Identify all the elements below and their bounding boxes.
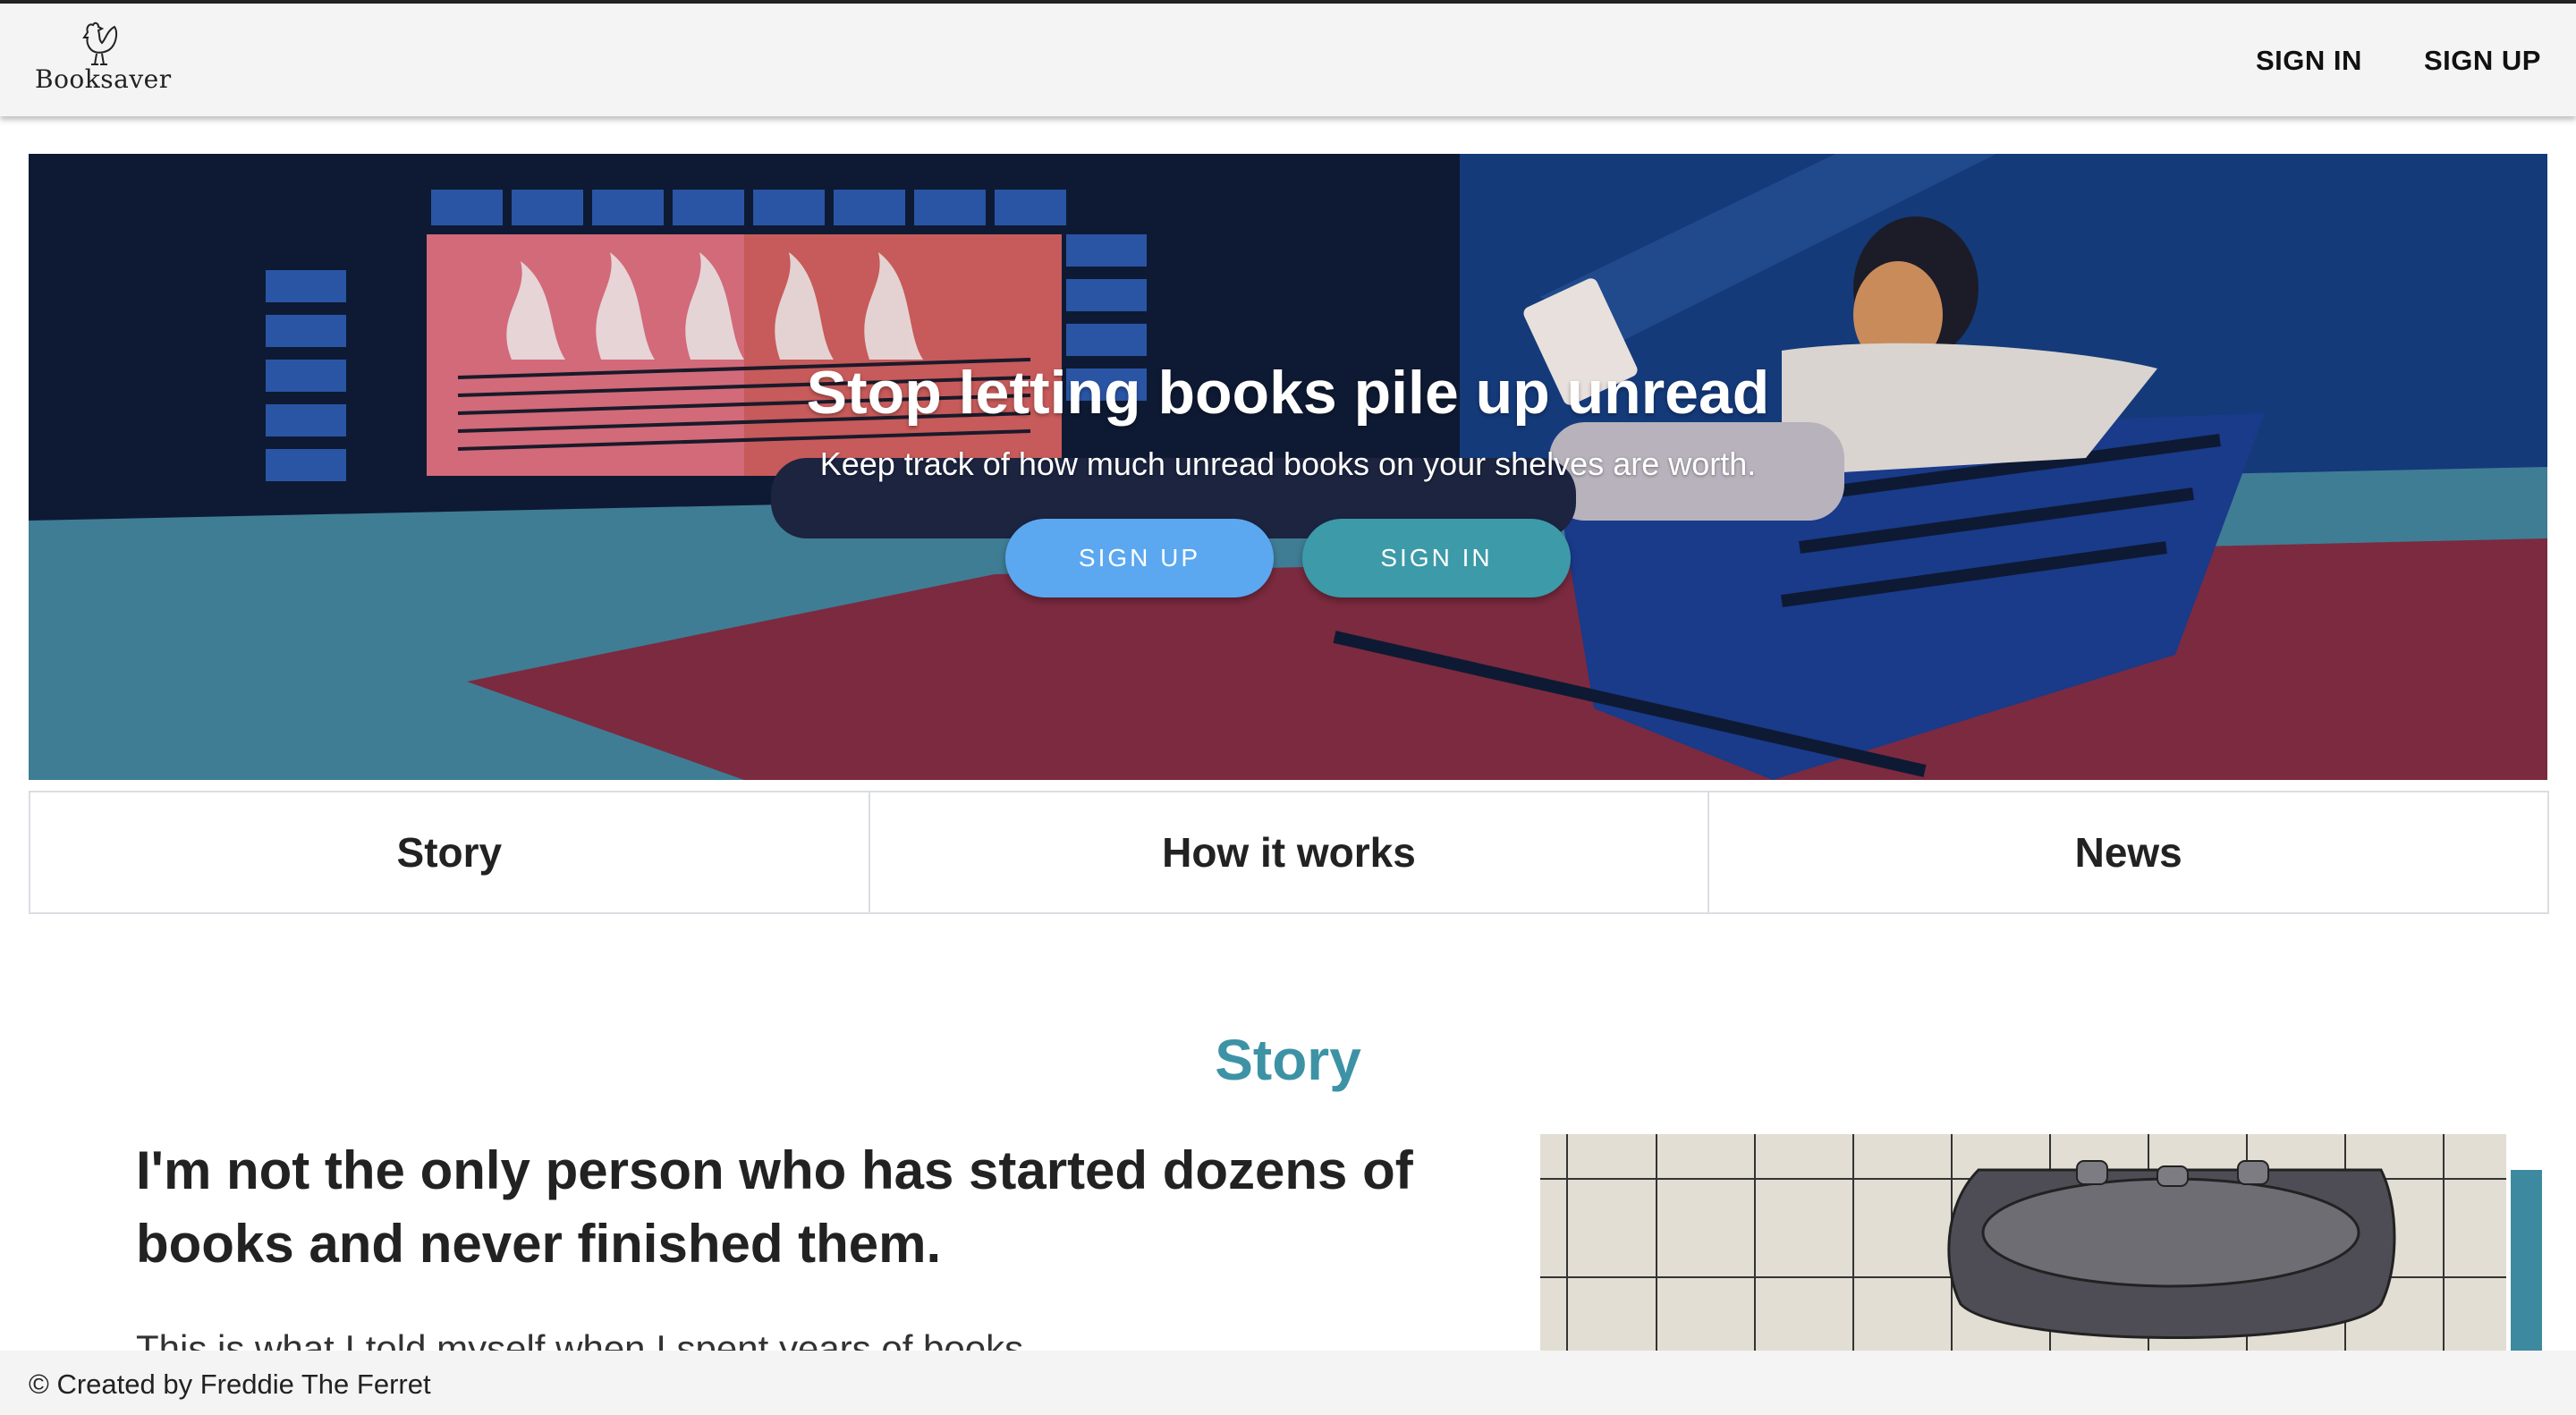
footer: © Created by Freddie The Ferret (0, 1351, 2576, 1415)
section-tabs: Story How it works News (29, 791, 2549, 914)
story-section-title: Story (1215, 1028, 1361, 1092)
hero-sign-up-button[interactable]: SIGN UP (1005, 519, 1274, 597)
rooster-icon (82, 21, 118, 65)
tab-story[interactable]: Story (30, 792, 870, 912)
story-heading: I'm not the only person who has started … (136, 1140, 1413, 1274)
story-illustration (1540, 1134, 2542, 1358)
hero-content: Stop letting books pile up unread Keep t… (29, 154, 2547, 780)
brand-logo[interactable]: Booksaver (32, 20, 175, 100)
tab-how-it-works[interactable]: How it works (870, 792, 1710, 912)
brand-name: Booksaver (35, 64, 172, 94)
tab-news[interactable]: News (1709, 792, 2547, 912)
hero-title: Stop letting books pile up unread (806, 359, 1770, 427)
hero-sign-in-button[interactable]: SIGN IN (1302, 519, 1571, 597)
nav-sign-up-link[interactable]: SIGN UP (2424, 45, 2541, 77)
nav-sign-in-link[interactable]: SIGN IN (2256, 45, 2362, 77)
navbar: Booksaver SIGN IN SIGN UP (0, 4, 2576, 116)
hero-banner: Stop letting books pile up unread Keep t… (29, 154, 2547, 780)
hero-subtitle: Keep track of how much unread books on y… (819, 445, 1757, 482)
sink-illustration (1540, 1134, 2542, 1358)
footer-credit: © Created by Freddie The Ferret (29, 1368, 431, 1400)
